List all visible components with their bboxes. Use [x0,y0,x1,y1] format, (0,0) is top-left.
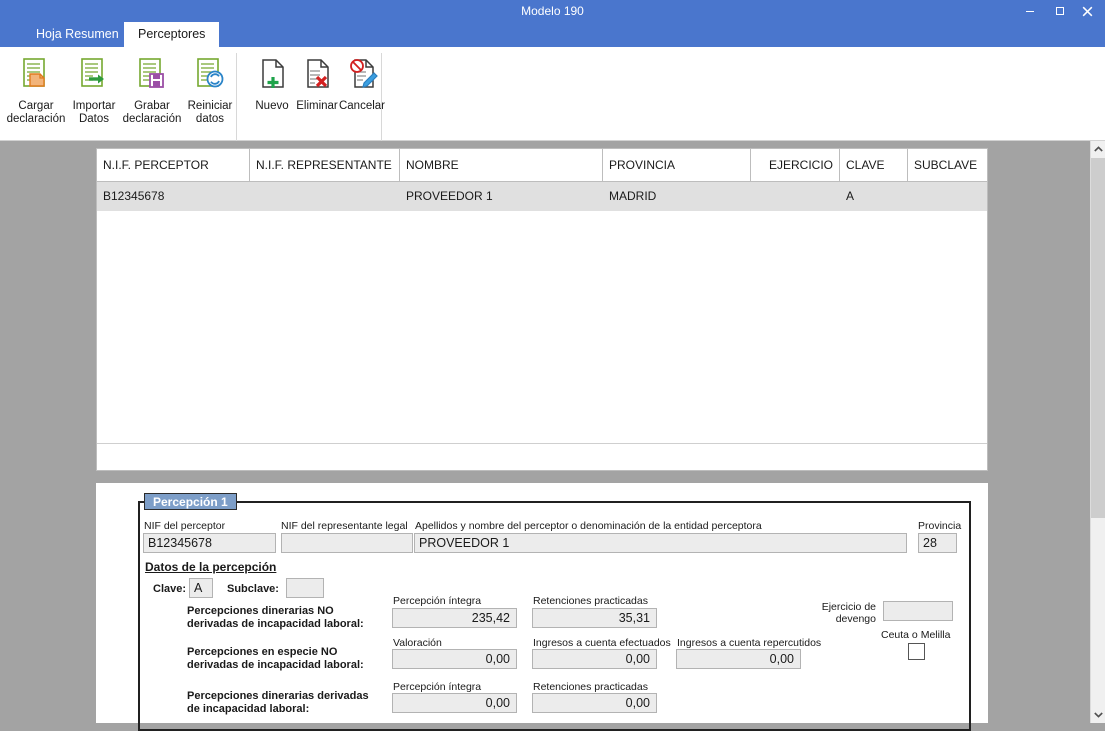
document-import-arrow-icon [71,52,117,98]
ribbon-label: Cargar declaración [6,100,66,125]
grid-bottom-divider [97,443,987,444]
percepcion-detail-panel: Percepción 1 NIF del perceptor B12345678… [96,483,988,731]
tab-strip: Hoja Resumen Perceptores [0,22,1105,47]
scroll-down-arrow-icon[interactable] [1091,706,1105,723]
label-percepcion-integra-2: Percepción íntegra [393,681,482,693]
label-ingresos-cuenta-repercutidos: Ingresos a cuenta repercutidos [677,637,822,649]
input-retenciones-practicadas-2[interactable]: 0,00 [532,693,657,713]
label-provincia: Provincia [918,520,962,532]
ribbon-button-importar-datos[interactable]: Importar Datos [62,50,126,134]
ribbon-label: Importar Datos [72,100,116,125]
close-icon[interactable] [1075,0,1105,22]
cell-nombre: PROVEEDOR 1 [406,189,493,203]
input-nombre-perceptor[interactable]: PROVEEDOR 1 [414,533,907,553]
grid-col-nif-perceptor[interactable]: N.I.F. PERCEPTOR [97,149,250,181]
document-load-icon [13,52,59,98]
input-ejercicio-devengo[interactable] [883,601,953,621]
section-title-datos-percepcion: Datos de la percepción [145,560,277,574]
ribbon-label: Reiniciar datos [187,100,233,125]
ribbon-label: Nuevo [255,100,289,112]
ribbon-button-grabar-declaracion[interactable]: Grabar declaración [120,50,184,134]
row-title-especie-no-incapacidad: Percepciones en especie NO derivadas de … [187,646,364,671]
tab-perceptores[interactable]: Perceptores [124,22,220,47]
cell-provincia: MADRID [609,189,657,203]
input-nif-perceptor[interactable]: B12345678 [143,533,276,553]
checkbox-ceuta-melilla[interactable] [908,643,925,660]
input-provincia[interactable]: 28 [918,533,957,553]
document-refresh-icon [187,52,233,98]
label-nif-perceptor: NIF del perceptor [144,520,226,532]
scroll-up-arrow-icon[interactable] [1091,141,1105,158]
ribbon-label: Cancelar [338,100,386,112]
row-title-dinerarias-incapacidad: Percepciones dinerarias derivadas de inc… [187,690,369,715]
input-valoracion[interactable]: 0,00 [392,649,517,669]
cell-subclave [908,182,986,211]
window-title: Modelo 190 [521,4,584,18]
label-subclave: Subclave: [227,583,279,595]
window-controls [1015,0,1105,22]
scrollbar-thumb[interactable] [1091,158,1105,518]
label-ceuta-melilla: Ceuta o Melilla [881,629,951,641]
label-valoracion: Valoración [393,637,442,649]
cell-clave: A [846,189,855,203]
row-title-dinerarias-no-incapacidad: Percepciones dinerarias NO derivadas de … [187,605,364,630]
input-nif-representante[interactable] [281,533,413,553]
input-ingresos-cuenta-repercutidos[interactable]: 0,00 [676,649,801,669]
ribbon-button-cargar-declaracion[interactable]: Cargar declaración [4,50,68,134]
work-area: N.I.F. PERCEPTOR N.I.F. REPRESENTANTE NO… [0,141,1090,731]
vertical-scrollbar[interactable] [1090,141,1105,723]
tab-hoja-resumen[interactable]: Hoja Resumen [22,22,133,47]
label-retenciones-practicadas-1: Retenciones practicadas [533,595,648,607]
grid-col-ejercicio[interactable]: EJERCICIO [751,149,840,181]
perceptores-grid[interactable]: N.I.F. PERCEPTOR N.I.F. REPRESENTANTE NO… [96,148,988,471]
grid-col-nombre[interactable]: NOMBRE [400,149,603,181]
title-bar: Modelo 190 [0,0,1105,22]
input-ingresos-cuenta-efectuados[interactable]: 0,00 [532,649,657,669]
label-nif-representante: NIF del representante legal [281,520,408,532]
label-clave: Clave: [153,583,187,595]
ribbon-button-cancelar[interactable]: Cancelar [330,50,394,134]
grid-col-provincia[interactable]: PROVINCIA [603,149,751,181]
grid-header-row: N.I.F. PERCEPTOR N.I.F. REPRESENTANTE NO… [97,149,987,182]
input-clave[interactable]: A [189,578,213,598]
label-ingresos-cuenta-efectuados: Ingresos a cuenta efectuados [533,637,671,649]
minimize-icon[interactable] [1015,0,1045,22]
cell-ejercicio [751,182,840,211]
input-percepcion-integra-1[interactable]: 235,42 [392,608,517,628]
label-percepcion-integra-1: Percepción íntegra [393,595,482,607]
cell-nif-representante [250,182,400,211]
table-row[interactable]: B12345678 PROVEEDOR 1 MADRID A [97,182,987,211]
grid-col-subclave[interactable]: SUBCLAVE [908,149,986,181]
document-save-floppy-icon [129,52,175,98]
ribbon-label: Grabar declaración [122,100,182,125]
input-subclave[interactable] [286,578,324,598]
ribbon-button-reiniciar-datos[interactable]: Reiniciar datos [178,50,242,134]
grid-col-clave[interactable]: CLAVE [840,149,908,181]
label-nombre-perceptor: Apellidos y nombre del perceptor o denom… [415,520,762,532]
label-retenciones-practicadas-2: Retenciones practicadas [533,681,648,693]
input-percepcion-integra-2[interactable]: 0,00 [392,693,517,713]
label-ejercicio-devengo: Ejercicio de devengo [821,601,876,625]
group-title-percepcion: Percepción 1 [144,493,237,510]
ribbon: Cargar declaración Importar Datos Grabar… [0,47,1105,185]
maximize-icon[interactable] [1045,0,1075,22]
input-retenciones-practicadas-1[interactable]: 35,31 [532,608,657,628]
document-cancel-pencil-icon [339,52,385,98]
grid-col-nif-representante[interactable]: N.I.F. REPRESENTANTE [250,149,400,181]
cell-nif-perceptor: B12345678 [103,189,165,203]
